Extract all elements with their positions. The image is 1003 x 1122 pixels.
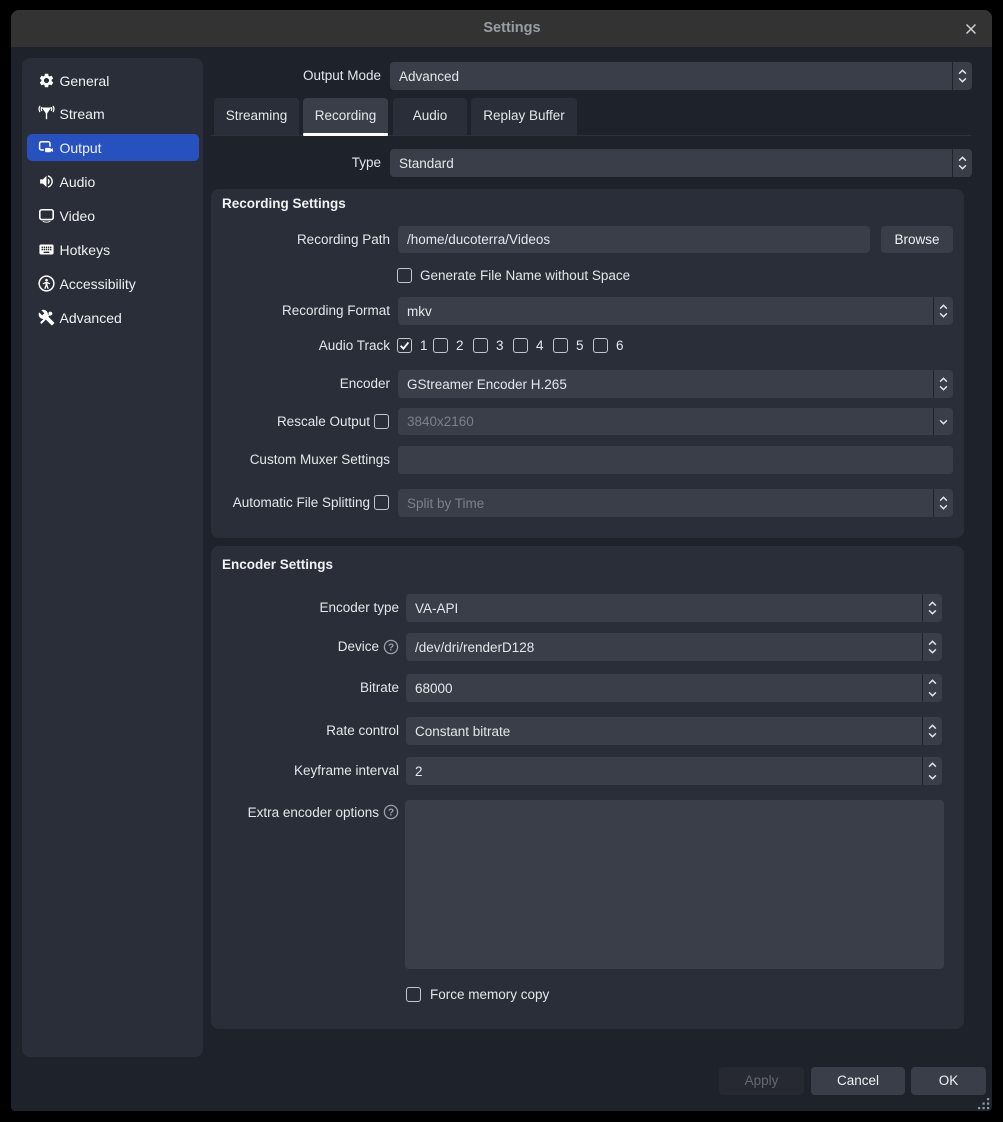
svg-text:?: ? <box>388 808 394 819</box>
svg-text:?: ? <box>388 643 394 654</box>
